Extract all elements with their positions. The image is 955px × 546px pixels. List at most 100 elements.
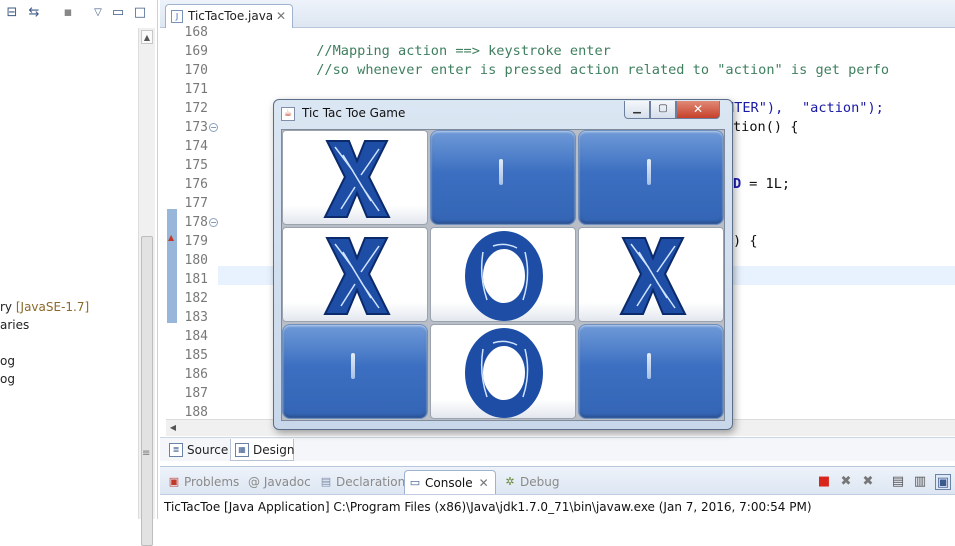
console-icon: ▭: [409, 476, 421, 489]
window-title: Tic Tac Toe Game: [302, 106, 406, 120]
fold-toggle-icon[interactable]: −: [209, 123, 218, 132]
button-shine: [647, 353, 651, 379]
line-number: 184: [184, 329, 208, 344]
cell-empty-button[interactable]: [282, 324, 428, 419]
tab-label: TicTacToe.java: [188, 9, 274, 23]
tab-console[interactable]: ▭ Console ✕: [404, 470, 496, 494]
code-line: //Mapping action ==> keystroke enter: [218, 43, 611, 59]
debug-icon: ✲: [505, 475, 515, 488]
cell-o[interactable]: [430, 227, 576, 322]
game-board: [281, 129, 725, 421]
collapse-all-icon[interactable]: ⊟: [4, 5, 20, 21]
close-button[interactable]: ✕: [676, 101, 720, 119]
project-tree: ry [JavaSE-1.7] aries og og: [0, 298, 138, 388]
x-mark-icon: [323, 237, 391, 315]
scroll-left-arrow-icon[interactable]: ◀: [166, 422, 180, 434]
window-title-bar[interactable]: ☕ Tic Tac Toe Game ▁ ▢ ✕: [274, 100, 734, 128]
package-explorer-toolbar: ⊟ ⇆ ▪ ▽ ▭ □: [4, 3, 154, 25]
tree-item-jre-library[interactable]: ry [JavaSE-1.7]: [0, 298, 138, 316]
cell-o[interactable]: [430, 324, 576, 419]
cell-empty-button[interactable]: [578, 130, 724, 225]
fold-toggle-icon[interactable]: −: [209, 218, 218, 227]
line-number: 169: [184, 44, 208, 59]
tab-problems[interactable]: ▣ Problems: [164, 470, 240, 494]
view-menu-icon[interactable]: ▪: [60, 5, 76, 21]
o-mark-icon: [465, 328, 543, 418]
package-explorer: ⊟ ⇆ ▪ ▽ ▭ □ ry [JavaSE-1.7] aries og og …: [0, 0, 158, 546]
cell-empty-button[interactable]: [578, 324, 724, 419]
cell-x[interactable]: [282, 130, 428, 225]
tab-source[interactable]: ≣ Source: [165, 439, 229, 461]
cell-x[interactable]: [578, 227, 724, 322]
line-number: 168: [184, 25, 208, 40]
scroll-grip-icon: ≡: [142, 448, 151, 459]
close-icon[interactable]: ✕: [479, 471, 489, 495]
tree-item-libraries[interactable]: aries: [0, 316, 138, 334]
terminate-icon[interactable]: ■: [816, 474, 832, 490]
console-status-text: TicTacToe [Java Application] C:\Program …: [164, 500, 812, 514]
code-fragment: "action");: [802, 100, 884, 116]
button-shine: [647, 159, 651, 185]
tab-design[interactable]: ▦ Design: [230, 439, 294, 461]
minimize-button[interactable]: ▁: [624, 101, 650, 119]
clear-console-icon[interactable]: ▤: [890, 474, 906, 490]
source-icon: ≣: [169, 443, 183, 457]
console-panel: ▣ Problems @ Javadoc ▤ Declaration ▭ Con…: [160, 466, 955, 519]
code-fragment: D: [733, 176, 742, 192]
minimize-icon[interactable]: ▭: [110, 5, 126, 21]
tab-console-label: Console: [425, 476, 473, 490]
line-number: 178: [184, 215, 208, 230]
link-with-editor-icon[interactable]: ⇆: [26, 5, 42, 21]
design-icon: ▦: [235, 443, 249, 457]
scroll-lock-icon[interactable]: ▥: [912, 474, 928, 490]
tab-debug-label: Debug: [520, 475, 560, 489]
pin-console-icon[interactable]: ▣: [935, 474, 951, 490]
tab-javadoc-label: @ Javadoc: [248, 475, 311, 489]
close-icon[interactable]: ✕: [276, 5, 286, 27]
code-fragment: NTER"),: [726, 100, 784, 116]
code-fragment: = 1L;: [741, 176, 791, 192]
line-number: 174: [184, 139, 208, 154]
scrollbar-thumb[interactable]: [141, 236, 153, 546]
tic-tac-toe-window: ☕ Tic Tac Toe Game ▁ ▢ ✕: [273, 99, 733, 430]
tab-javadoc[interactable]: @ Javadoc: [242, 470, 311, 494]
remove-launch-icon[interactable]: ✖: [838, 474, 854, 490]
x-mark-icon: [323, 140, 391, 218]
line-number: 172: [184, 101, 208, 116]
code-fragment: tion() {: [733, 119, 799, 135]
maximize-button[interactable]: ▢: [650, 101, 676, 119]
problems-icon: ▣: [168, 475, 180, 488]
line-number: 176: [184, 177, 208, 192]
tab-problems-label: Problems: [184, 475, 240, 489]
line-number: 183: [184, 310, 208, 325]
cell-x[interactable]: [282, 227, 428, 322]
o-mark-icon: [465, 231, 543, 321]
code-fragment: ) {: [733, 233, 758, 249]
tree-item-og-1[interactable]: og: [0, 352, 138, 370]
tree-item-og-2[interactable]: og: [0, 370, 138, 388]
maximize-icon[interactable]: □: [132, 5, 148, 21]
package-explorer-scrollbar[interactable]: ▲ ≡: [138, 28, 155, 546]
scroll-up-arrow-icon[interactable]: ▲: [141, 30, 153, 44]
line-number: 185: [184, 348, 208, 363]
console-tab-bar: ▣ Problems @ Javadoc ▤ Declaration ▭ Con…: [160, 467, 955, 495]
button-shine: [351, 353, 355, 379]
view-menu-dropdown-icon[interactable]: ▽: [90, 5, 106, 21]
button-shine: [499, 159, 503, 185]
java-app-icon: ☕: [281, 107, 295, 121]
tab-declaration[interactable]: ▤ Declaration: [316, 470, 405, 494]
line-number: 182: [184, 291, 208, 306]
tab-debug[interactable]: ✲ Debug: [500, 470, 559, 494]
editor-tab-bar: J TicTacToe.java ✕: [160, 0, 955, 28]
line-number: 171: [184, 82, 208, 97]
line-number: 181: [184, 272, 208, 287]
x-mark-icon: [619, 237, 687, 315]
remove-all-terminated-icon[interactable]: ✖: [860, 474, 876, 490]
tab-source-label: Source: [187, 443, 229, 457]
line-number: 186: [184, 367, 208, 382]
tab-design-label: Design: [253, 443, 295, 457]
line-number: 180: [184, 253, 208, 268]
cell-empty-button[interactable]: [430, 130, 576, 225]
tree-item-blank: [0, 334, 138, 352]
line-number: 170: [184, 63, 208, 78]
